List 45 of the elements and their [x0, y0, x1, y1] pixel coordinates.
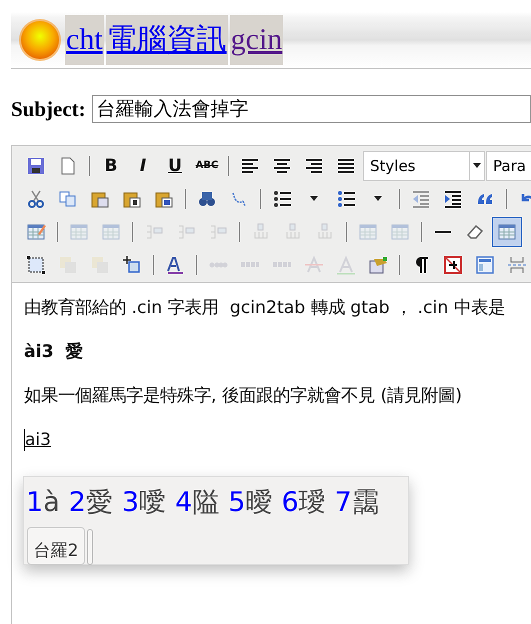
style-dropdown[interactable]: Para — [486, 150, 531, 180]
subject-label: Subject: — [11, 96, 86, 122]
indent-icon — [443, 188, 463, 208]
candidate-item[interactable]: 6璦 — [281, 484, 326, 520]
nav-link[interactable]: 電腦資訊 — [106, 15, 228, 65]
nav-link[interactable]: cht — [65, 15, 104, 65]
horizontal-rule-icon — [435, 230, 451, 232]
page-break-icon — [507, 254, 527, 274]
body-paragraph: 由教育部給的 .cin 字表用 gcin2tab 轉成 gtab ， .cin 中表是 — [24, 297, 506, 319]
sun-icon — [17, 17, 63, 63]
scissors-icon — [26, 188, 46, 208]
candidate-item[interactable]: 5曖 — [228, 484, 272, 520]
preedit-text: ai3 — [24, 429, 51, 451]
numbered-list-icon — [336, 188, 356, 208]
input-mode-button[interactable]: 台羅2 — [27, 527, 85, 565]
style-dropdown[interactable]: Styles — [363, 150, 485, 180]
candidate-item[interactable]: 7靄 — [334, 484, 379, 520]
table-button[interactable] — [492, 216, 522, 246]
image-properties-icon — [368, 254, 388, 274]
strike-button[interactable]: ABC — [192, 150, 222, 180]
table-icon — [497, 222, 517, 242]
undo-icon — [521, 192, 531, 204]
candidate-item[interactable]: 4隘 — [175, 484, 220, 520]
body-paragraph: ài3 愛 — [24, 341, 84, 363]
add-box-icon — [122, 254, 142, 274]
italic-button[interactable]: I — [128, 150, 158, 180]
table-pencil-icon — [26, 222, 46, 242]
copy-icon — [58, 188, 78, 208]
save-icon — [26, 156, 46, 176]
template-icon — [475, 254, 495, 274]
candidate-item[interactable]: 2愛 — [68, 484, 113, 520]
underline-button[interactable]: U — [160, 150, 190, 180]
font-style-icon — [165, 254, 185, 274]
selection-frame-icon — [26, 254, 46, 274]
subject-field[interactable]: 台羅輸入法會掉字 — [92, 95, 531, 123]
body-paragraph: 如果一個羅馬字是特殊字, 後面跟的字就會不見 (請見附圖) — [24, 385, 463, 407]
bullet-list-icon — [272, 188, 292, 208]
candidate-item[interactable]: 1à — [26, 486, 60, 518]
bold-button[interactable]: B — [96, 150, 126, 180]
nav-link[interactable]: gcin — [230, 15, 284, 65]
no-break-icon — [443, 254, 463, 274]
candidate-item[interactable]: 3噯 — [122, 484, 166, 520]
caret-icon — [473, 163, 481, 168]
caret-icon — [374, 196, 382, 201]
caret-icon — [310, 196, 318, 201]
